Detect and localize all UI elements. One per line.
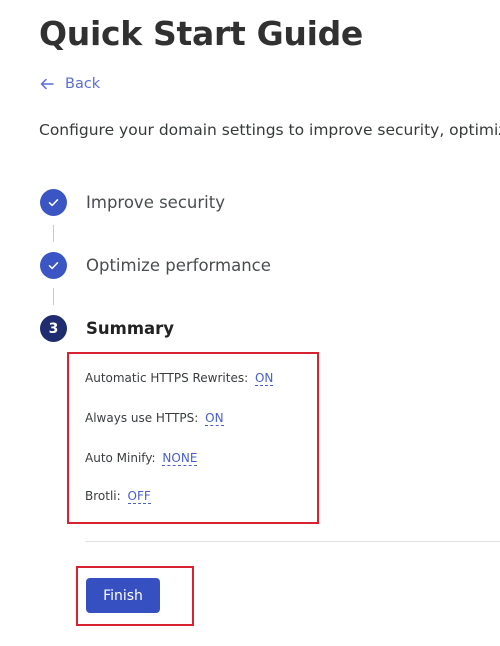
step-summary: 3 Summary — [40, 315, 174, 342]
check-icon — [48, 262, 59, 270]
setting-label: Always use HTTPS: — [85, 411, 199, 425]
setting-label: Automatic HTTPS Rewrites: — [85, 371, 249, 385]
step-improve-security[interactable]: Improve security — [40, 189, 225, 216]
setting-brotli: Brotli: OFF — [85, 489, 151, 504]
step-connector — [53, 288, 54, 305]
step-label: Optimize performance — [86, 256, 271, 275]
intro-text: Configure your domain settings to improv… — [39, 121, 500, 139]
setting-automatic-https-rewrites: Automatic HTTPS Rewrites: ON — [85, 371, 274, 386]
setting-value-link[interactable]: ON — [254, 371, 274, 386]
quick-start-page: Quick Start Guide Back Configure your do… — [0, 0, 500, 646]
step-label: Summary — [86, 319, 175, 338]
setting-always-use-https: Always use HTTPS: ON — [85, 411, 224, 426]
step-number-badge: 3 — [40, 315, 67, 342]
page-title: Quick Start Guide — [39, 14, 363, 53]
divider — [85, 541, 500, 542]
setting-value-link[interactable]: NONE — [162, 451, 198, 466]
setting-label: Auto Minify: — [85, 451, 156, 465]
step-complete-indicator — [40, 252, 67, 279]
step-label: Improve security — [86, 193, 225, 212]
arrow-left-icon — [40, 78, 54, 90]
setting-label: Brotli: — [85, 489, 121, 503]
back-link-label: Back — [65, 76, 101, 92]
step-connector — [53, 225, 54, 242]
check-icon — [48, 199, 59, 207]
setting-auto-minify: Auto Minify: NONE — [85, 451, 198, 466]
back-link[interactable]: Back — [39, 76, 100, 92]
step-optimize-performance[interactable]: Optimize performance — [40, 252, 271, 279]
setting-value-link[interactable]: OFF — [127, 489, 151, 504]
step-complete-indicator — [40, 189, 67, 216]
setting-value-link[interactable]: ON — [205, 411, 224, 426]
finish-button[interactable]: Finish — [86, 578, 160, 613]
